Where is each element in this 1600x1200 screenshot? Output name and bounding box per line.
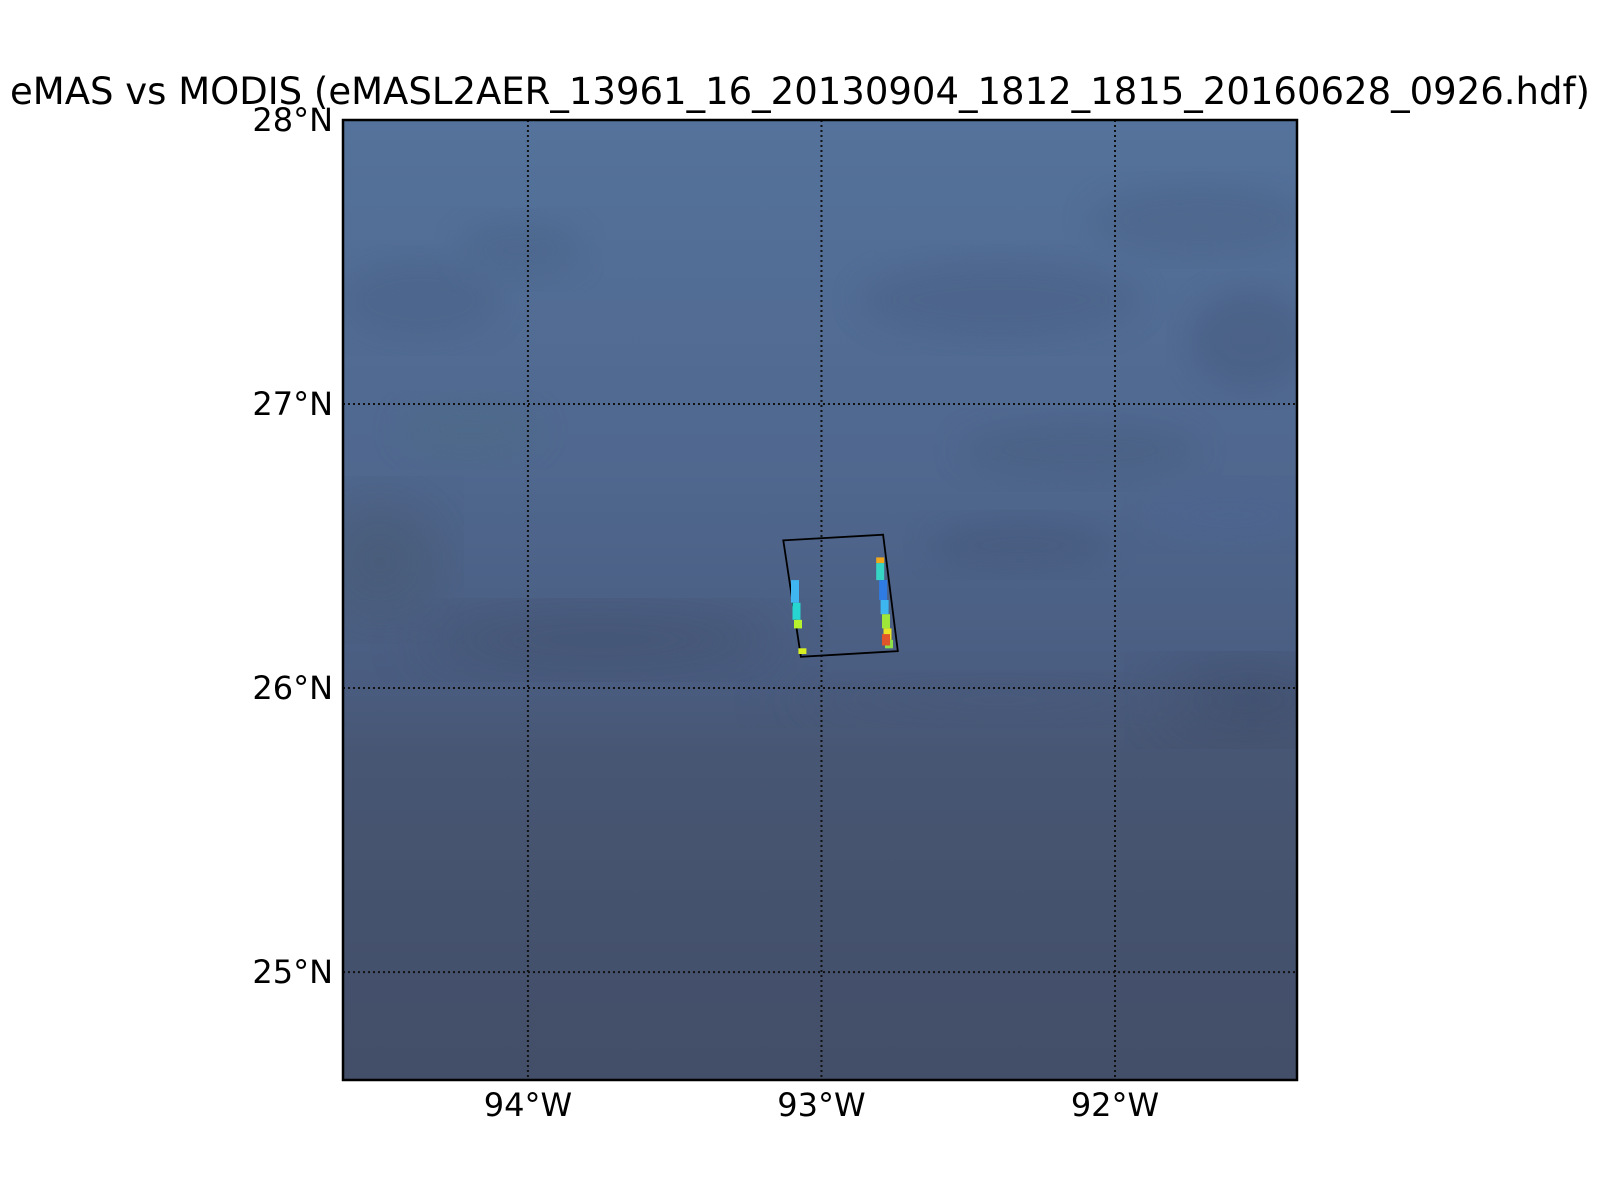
retrieval-pixel-segment (880, 600, 889, 615)
latitude-labels: 28°N 27°N 26°N 25°N (252, 101, 333, 991)
retrieval-pixel-segment (879, 580, 888, 600)
retrieval-pixel-segment (882, 634, 890, 646)
longitude-labels: 94°W 93°W 92°W (484, 1086, 1159, 1124)
latitude-tick-label: 28°N (252, 101, 333, 139)
retrieval-pixel-segment (882, 614, 890, 629)
retrieval-pixel-segment (791, 580, 799, 603)
map-figure: eMAS vs MODIS (eMASL2AER_13961_16_201309… (10, 70, 1590, 1124)
retrieval-pixel-segment (876, 563, 885, 581)
latitude-tick-label: 25°N (252, 953, 333, 991)
figure-title: eMAS vs MODIS (eMASL2AER_13961_16_201309… (10, 70, 1590, 113)
longitude-tick-label: 93°W (777, 1086, 865, 1124)
retrieval-pixel-segment (794, 619, 802, 629)
longitude-tick-label: 92°W (1071, 1086, 1159, 1124)
latitude-tick-label: 26°N (252, 669, 333, 707)
retrieval-pixel-segment (876, 557, 885, 564)
map-area (343, 120, 1297, 1080)
latitude-tick-label: 27°N (252, 385, 333, 423)
retrieval-pixel-segment (792, 602, 801, 620)
retrieval-pixel-segment (798, 648, 807, 654)
longitude-tick-label: 94°W (484, 1086, 572, 1124)
